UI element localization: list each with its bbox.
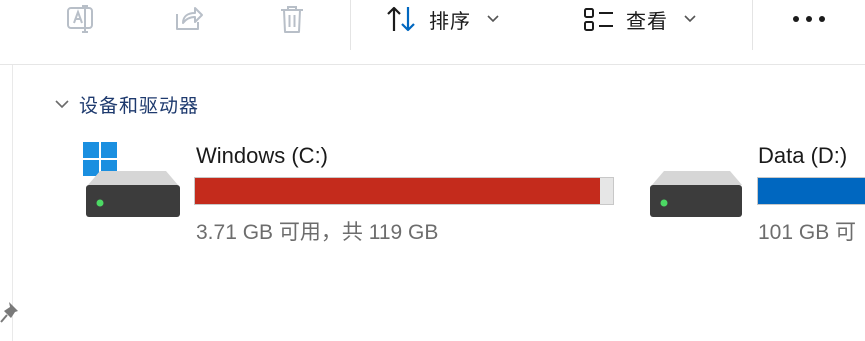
drive-usage-fill xyxy=(758,178,865,204)
chevron-down-icon xyxy=(487,15,499,23)
drive-name: Windows (C:) xyxy=(196,143,329,168)
hard-drive-icon xyxy=(650,171,742,217)
more-options-button[interactable] xyxy=(787,0,831,38)
chevron-down-icon xyxy=(55,100,69,109)
toolbar-separator xyxy=(752,0,753,50)
drive-usage-bar xyxy=(757,177,865,205)
toolbar-separator xyxy=(350,0,351,50)
drive-usage-fill xyxy=(195,178,601,204)
command-bar: 排序 查看 xyxy=(0,0,865,64)
view-button[interactable]: 查看 xyxy=(582,0,696,38)
sort-button[interactable]: 排序 xyxy=(385,0,499,38)
drive-usage-bar xyxy=(194,177,614,205)
sort-icon xyxy=(387,6,415,32)
sort-label: 排序 xyxy=(429,10,471,33)
share-button[interactable] xyxy=(166,0,210,38)
delete-button[interactable] xyxy=(272,0,312,38)
toolbar-divider xyxy=(0,64,865,65)
rename-button[interactable] xyxy=(58,0,102,38)
windows-drive-icon xyxy=(83,142,180,217)
more-dots-icon xyxy=(793,16,825,22)
rename-icon xyxy=(67,5,93,33)
view-list-icon xyxy=(584,8,613,31)
drive-space-info: 101 GB 可 xyxy=(758,221,857,244)
pin-icon[interactable] xyxy=(0,300,24,328)
file-explorer-window: 排序 查看 设备和驱动器 Windows (C:) 3.71 GB 可用，共 1… xyxy=(0,0,865,341)
chevron-down-icon xyxy=(684,15,696,23)
drive-space-info: 3.71 GB 可用，共 119 GB xyxy=(196,221,439,244)
drive-name: Data (D:) xyxy=(758,143,848,168)
group-title: 设备和驱动器 xyxy=(79,95,200,117)
share-icon xyxy=(176,7,203,30)
trash-icon xyxy=(281,6,303,33)
group-header-devices[interactable]: 设备和驱动器 xyxy=(55,90,199,118)
view-label: 查看 xyxy=(626,10,668,33)
